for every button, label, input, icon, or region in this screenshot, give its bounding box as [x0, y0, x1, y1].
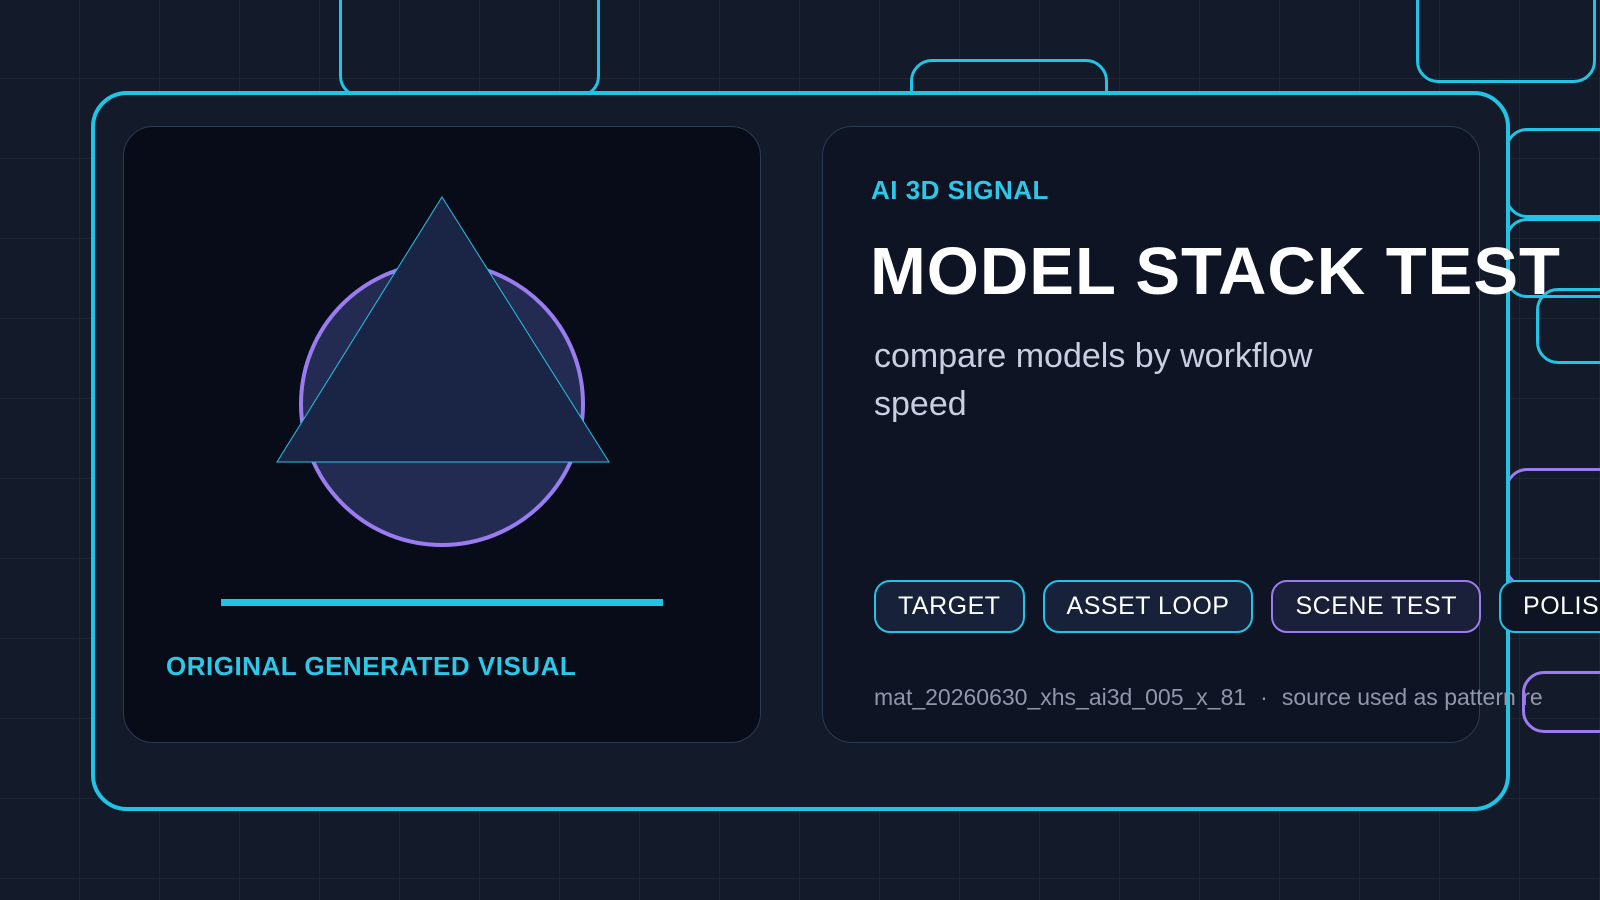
canvas: ORIGINAL GENERATED VISUAL AI 3D SIGNAL M… [0, 0, 1600, 900]
visual-progress-bar [221, 599, 663, 606]
deco-frame-bottom-right [1522, 671, 1600, 733]
generated-visual-panel: ORIGINAL GENERATED VISUAL [123, 126, 761, 743]
footer-note: source used as pattern re [1281, 684, 1543, 710]
footer-id: mat_20260630_xhs_ai3d_005_x_81 [874, 684, 1247, 710]
eyebrow-label: AI 3D SIGNAL [871, 175, 1049, 205]
deco-frame-top-right [1416, 0, 1596, 83]
deco-frame-top-left [339, 0, 600, 98]
tag-polish[interactable]: POLISH [1499, 580, 1600, 633]
info-content: AI 3D SIGNAL MODEL STACK TEST compare mo… [822, 126, 1600, 746]
tag-asset-loop[interactable]: ASSET LOOP [1042, 580, 1254, 633]
tag-target[interactable]: TARGET [874, 580, 1025, 633]
page-title: MODEL STACK TEST [870, 234, 1561, 309]
subtitle: compare models by workflow speed [874, 337, 1313, 423]
tag-list: TARGET ASSET LOOP SCENE TEST POLISH [874, 580, 1600, 633]
deco-frame-right-title [1536, 288, 1600, 364]
footer-line: mat_20260630_xhs_ai3d_005_x_81 · source us… [874, 684, 1543, 711]
visual-caption: ORIGINAL GENERATED VISUAL [166, 651, 577, 681]
footer-separator: · [1260, 684, 1268, 710]
tag-scene-test[interactable]: SCENE TEST [1271, 580, 1482, 633]
